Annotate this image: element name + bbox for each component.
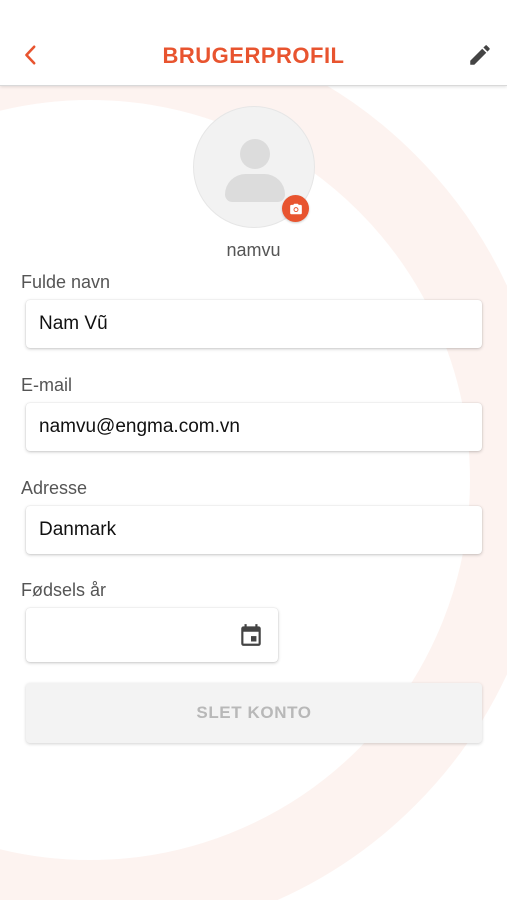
avatar-head-shape: [240, 139, 270, 169]
address-label: Adresse: [21, 478, 88, 498]
camera-icon: [289, 203, 302, 214]
birth-year-field[interactable]: [26, 608, 278, 662]
address-field[interactable]: Danmark: [26, 506, 482, 554]
delete-account-button[interactable]: SLET KONTO: [26, 683, 482, 743]
birth-year-label: Fødsels år: [21, 580, 107, 600]
profile-form: namvu Fulde navn Nam Vũ E-mail namvu@eng…: [0, 0, 507, 900]
page-title: BRUGERPROFIL: [162, 43, 345, 68]
pencil-icon: [470, 45, 490, 65]
email-field[interactable]: namvu@engma.com.vn: [26, 403, 482, 451]
change-photo-button[interactable]: [282, 195, 309, 222]
avatar-body-shape: [225, 174, 285, 202]
full-name-field[interactable]: Nam Vũ: [26, 300, 482, 348]
full-name-label: Fulde navn: [21, 272, 111, 292]
username: namvu: [226, 240, 281, 260]
app-header: BRUGERPROFIL: [0, 0, 507, 86]
calendar-icon[interactable]: [238, 622, 264, 648]
email-label: E-mail: [21, 375, 73, 395]
edit-profile-button[interactable]: [463, 38, 497, 72]
